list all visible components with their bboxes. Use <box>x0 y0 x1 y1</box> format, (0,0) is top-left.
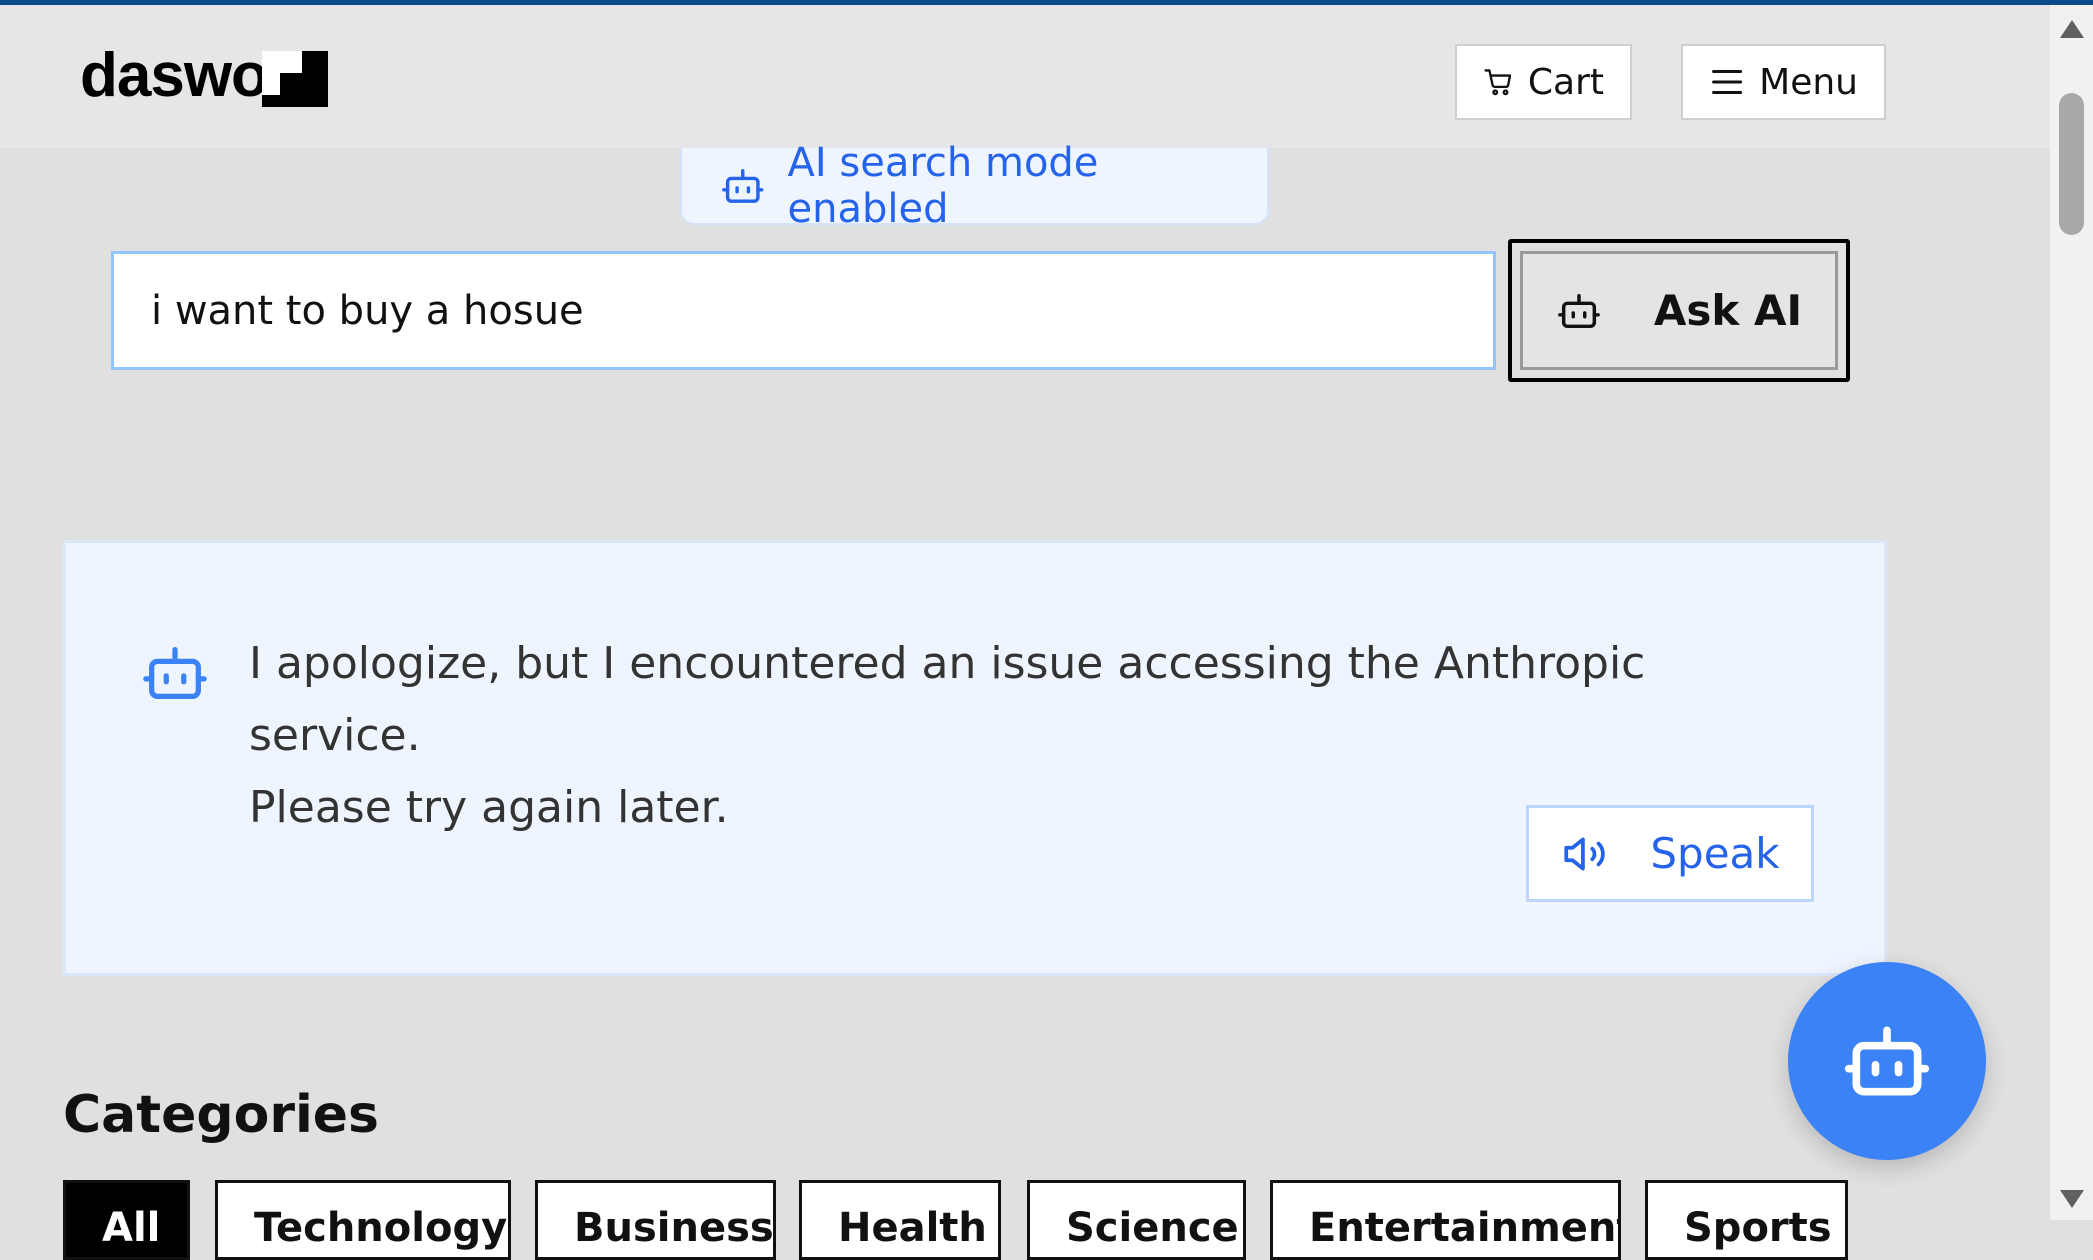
ask-ai-button[interactable]: Ask AI <box>1520 251 1838 370</box>
site-logo[interactable]: daswo <box>80 40 328 111</box>
vertical-scrollbar[interactable] <box>2050 5 2093 1220</box>
scroll-thumb[interactable] <box>2059 93 2084 235</box>
search-input[interactable] <box>111 251 1496 370</box>
response-line-1: I apologize, but I encountered an issue … <box>249 638 1646 761</box>
category-chip-sports[interactable]: Sports <box>1645 1180 1848 1260</box>
ai-chat-floating-button[interactable] <box>1788 962 1986 1160</box>
scroll-up-arrow-icon[interactable] <box>2060 20 2084 38</box>
robot-icon <box>1844 1026 1930 1096</box>
hamburger-icon <box>1712 70 1743 94</box>
logo-mark-icon <box>261 50 328 107</box>
ask-ai-focus-ring: Ask AI <box>1508 239 1850 382</box>
speaker-icon <box>1564 837 1606 870</box>
robot-icon <box>143 647 207 699</box>
categories-heading: Categories <box>63 1085 380 1145</box>
robot-icon <box>1557 293 1600 328</box>
category-chip-business[interactable]: Business <box>535 1180 776 1260</box>
cart-icon <box>1484 69 1512 96</box>
cart-button[interactable]: Cart <box>1455 44 1632 120</box>
ai-mode-banner: AI search mode enabled <box>680 140 1269 232</box>
menu-button[interactable]: Menu <box>1681 44 1886 120</box>
robot-icon <box>722 168 764 203</box>
ask-ai-label: Ask AI <box>1653 286 1803 335</box>
category-chip-health[interactable]: Health <box>799 1180 1001 1260</box>
cart-label: Cart <box>1527 61 1604 103</box>
speak-label: Speak <box>1650 829 1780 878</box>
category-chip-science[interactable]: Science <box>1027 1180 1246 1260</box>
site-header: daswo Cart Menu <box>0 5 2050 148</box>
ai-response-panel: I apologize, but I encountered an issue … <box>63 540 1887 976</box>
category-chip-entertainment[interactable]: Entertainment <box>1270 1180 1621 1260</box>
category-chip-all[interactable]: All <box>63 1180 190 1260</box>
category-chip-technology[interactable]: Technology <box>215 1180 511 1260</box>
logo-text: daswo <box>80 41 269 110</box>
speak-button[interactable]: Speak <box>1526 805 1814 902</box>
scroll-down-arrow-icon[interactable] <box>2060 1190 2084 1208</box>
menu-label: Menu <box>1759 61 1858 103</box>
ai-mode-text: AI search mode enabled <box>787 139 1099 232</box>
category-chips: All Technology Business Health Science E… <box>63 1180 1863 1260</box>
